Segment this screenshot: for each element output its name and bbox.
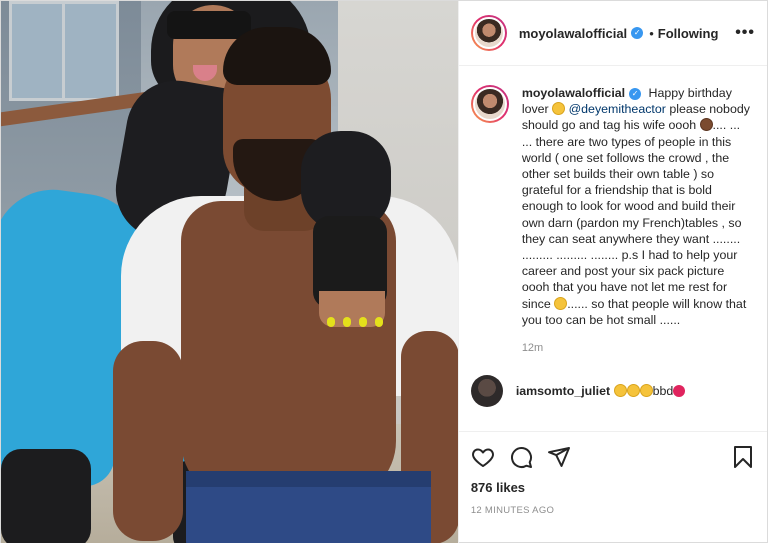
verified-badge-icon: ✓: [631, 27, 644, 39]
grinning-tongue-emoji-icon: [552, 102, 566, 116]
caption-body: moyolawalofficial ✓ Happy birthday lover …: [522, 85, 754, 354]
rolling-eyes-emoji-icon: [554, 296, 568, 310]
bookmark-icon: [733, 446, 752, 468]
post-actions: 876 likes 12 MINUTES AGO: [458, 431, 767, 516]
comment-button[interactable]: [509, 445, 533, 469]
save-button[interactable]: [731, 445, 755, 469]
post-sidebar: moyolawalofficial ✓ • Following ••• moyo…: [457, 1, 767, 543]
following-button[interactable]: Following: [658, 26, 719, 41]
instagram-post: moyolawalofficial ✓ • Following ••• moyo…: [0, 0, 768, 543]
avatar[interactable]: [470, 15, 507, 51]
comment-icon: [510, 447, 532, 468]
share-icon: [547, 447, 570, 467]
fingernail: [375, 317, 383, 327]
see-no-evil-monkey-emoji-icon: [699, 118, 713, 132]
post-timestamp[interactable]: 12 MINUTES AGO: [471, 505, 755, 516]
share-button[interactable]: [547, 445, 571, 469]
comment-text-wrap: iamsomto_juliet bbd: [516, 384, 686, 399]
man-arm-left: [113, 341, 183, 541]
caption-timestamp[interactable]: 12m: [522, 342, 754, 354]
comments-section[interactable]: moyolawalofficial ✓ Happy birthday lover …: [459, 67, 767, 431]
caption-username[interactable]: moyolawalofficial: [522, 86, 625, 100]
background-window: [9, 1, 119, 101]
comment-row: iamsomto_juliet bbd: [470, 375, 755, 408]
fingernail: [359, 317, 367, 327]
likes-count[interactable]: 876 likes: [471, 480, 755, 495]
action-icons: [471, 442, 755, 472]
header-username[interactable]: moyolawalofficial: [519, 26, 627, 41]
avatar-image: [472, 17, 505, 49]
woman-sunglasses: [167, 11, 251, 39]
red-heart-emoji-icon: [673, 385, 686, 398]
caption-avatar[interactable]: [470, 85, 509, 123]
like-button[interactable]: [471, 445, 495, 469]
caption: moyolawalofficial ✓ Happy birthday lover …: [470, 85, 755, 354]
post-header: moyolawalofficial ✓ • Following •••: [458, 1, 767, 66]
man-waistband: [186, 471, 431, 487]
verified-badge-icon: ✓: [629, 88, 642, 100]
caption-part-3: .... ... ... there are two types of peop…: [521, 118, 742, 311]
comment-username[interactable]: iamsomto_juliet: [516, 384, 610, 398]
woman-boot: [1, 449, 91, 543]
comment-avatar[interactable]: [470, 375, 503, 408]
fingernail: [327, 317, 335, 327]
man-hair: [223, 27, 331, 85]
separator-dot: •: [649, 25, 654, 41]
more-options-icon[interactable]: •••: [735, 24, 755, 42]
heart-icon: [471, 448, 494, 467]
comment-text: bbd: [652, 384, 674, 399]
heart-eyes-emoji-icon: [639, 384, 653, 398]
caption-mention[interactable]: @deyemitheactor: [569, 102, 666, 116]
avatar-image: [472, 87, 507, 121]
post-photo[interactable]: [1, 1, 458, 543]
heart-eyes-emoji-icon: [613, 384, 627, 398]
caption-text: moyolawalofficial ✓ Happy birthday lover …: [522, 85, 754, 328]
heart-eyes-emoji-icon: [626, 384, 640, 398]
fingernail: [343, 317, 351, 327]
